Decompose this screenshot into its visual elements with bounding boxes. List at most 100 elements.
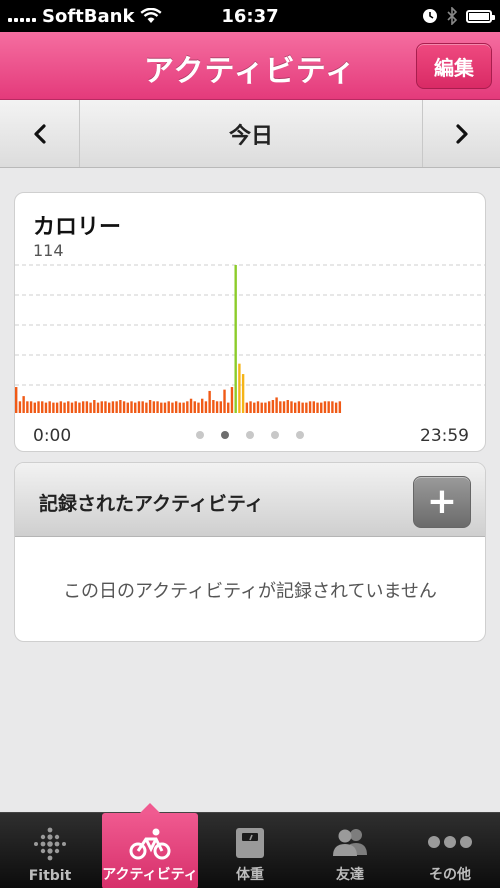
chart-bar	[119, 400, 122, 413]
tab-label: 友達	[336, 867, 364, 883]
chart-bar	[137, 401, 141, 413]
chart-bar	[201, 398, 204, 413]
chart-bar	[104, 401, 107, 413]
chart-bar	[212, 400, 215, 413]
chart-bar	[260, 402, 263, 413]
tab-label: Fitbit	[28, 868, 72, 884]
plus-icon: +	[426, 481, 458, 522]
date-navigation: 今日	[0, 100, 500, 168]
chart-bar	[115, 401, 118, 413]
chart-bar	[238, 363, 241, 413]
chart-bar	[33, 402, 36, 413]
calorie-value: 114	[33, 241, 64, 260]
chart-bar	[141, 401, 144, 413]
chart-bar	[93, 400, 96, 413]
chart-bar	[67, 401, 70, 413]
chart-bar	[52, 402, 55, 413]
chart-bar	[241, 374, 245, 413]
chart-bar	[74, 401, 77, 413]
recorded-activities-header: 記録されたアクティビティ +	[15, 463, 485, 537]
carrier-name: SoftBank	[42, 5, 135, 27]
signal-icon	[8, 10, 36, 22]
chart-bar	[22, 396, 25, 413]
page-dot[interactable]	[221, 431, 229, 439]
chart-bar	[15, 387, 18, 413]
chart-bar	[197, 402, 200, 413]
previous-day-button[interactable]	[0, 100, 80, 167]
page-indicator[interactable]	[15, 431, 485, 439]
chart-bar	[271, 400, 275, 413]
chart-bar	[253, 402, 256, 413]
chart-bar	[48, 401, 51, 413]
next-day-button[interactable]	[422, 100, 500, 167]
chart-bar	[264, 402, 267, 413]
chart-bar	[160, 402, 163, 413]
chart-bar	[219, 401, 222, 413]
edit-button[interactable]: 編集	[416, 43, 492, 89]
tab-friends[interactable]: 友達	[302, 813, 398, 888]
status-right	[422, 7, 495, 25]
chart-bar	[89, 402, 92, 413]
tab-label: 体重	[236, 867, 264, 883]
tab-bar: Fitbit アクティビティ 体重 友達 その他	[0, 803, 500, 888]
chart-bar	[55, 402, 59, 413]
chart-bar	[174, 401, 178, 413]
chart-bar	[275, 397, 278, 413]
add-activity-button[interactable]: +	[413, 476, 471, 528]
chart-bar	[234, 265, 237, 413]
chevron-right-icon	[455, 123, 468, 144]
calorie-card[interactable]: カロリー 114 0:00 23:59	[14, 192, 486, 452]
chart-bar	[208, 390, 211, 413]
chart-bar	[256, 401, 260, 413]
chart-bar	[81, 401, 85, 413]
chart-bar	[148, 400, 152, 413]
more-icon	[428, 836, 472, 848]
chart-bar	[338, 401, 342, 413]
tab-fitbit[interactable]: Fitbit	[2, 813, 98, 888]
scale-icon	[236, 828, 264, 858]
chart-bar	[108, 402, 111, 413]
active-tab-pointer	[140, 803, 160, 813]
chart-bar	[186, 401, 189, 413]
chart-bar	[193, 401, 196, 413]
page-dot[interactable]	[196, 431, 204, 439]
chart-bar	[245, 402, 249, 413]
alarm-icon	[423, 9, 437, 23]
chart-bar	[305, 402, 308, 413]
chart-bar	[320, 402, 323, 413]
calorie-title: カロリー	[33, 215, 122, 240]
chart-bar	[178, 402, 182, 413]
friends-icon	[333, 829, 367, 856]
tab-label: アクティビティ	[102, 867, 198, 883]
chart-bar	[308, 401, 312, 413]
chart-bar	[59, 401, 63, 413]
tab-more[interactable]: その他	[402, 813, 498, 888]
chart-bar	[41, 401, 44, 413]
tab-activity[interactable]: アクティビティ	[102, 803, 198, 888]
chart-bar	[63, 402, 66, 413]
chart-bar	[290, 401, 293, 413]
chart-bar	[301, 402, 304, 413]
chart-bar	[204, 401, 208, 413]
chart-end-time: 23:59	[420, 426, 469, 446]
chart-bar	[189, 398, 193, 413]
chart-bar	[249, 401, 252, 413]
tab-label: その他	[429, 867, 471, 883]
wifi-icon	[140, 8, 162, 23]
chart-bar	[316, 402, 319, 413]
page-dot[interactable]	[246, 431, 254, 439]
bluetooth-icon	[447, 7, 458, 25]
chart-bar	[227, 402, 230, 413]
recorded-activities-title: 記録されたアクティビティ	[39, 493, 264, 515]
chart-bar	[286, 400, 289, 413]
tab-weight[interactable]: 体重	[202, 813, 298, 888]
page-dot[interactable]	[271, 431, 279, 439]
empty-activities-message: この日のアクティビティが記録されていません	[63, 581, 437, 602]
chart-bar	[126, 402, 129, 413]
chart-bar	[37, 401, 40, 413]
chart-bar	[167, 401, 170, 413]
chart-bar	[282, 401, 286, 413]
nav-bar: アクティビティ 編集	[0, 32, 500, 100]
chart-bar	[171, 402, 174, 413]
page-dot[interactable]	[296, 431, 304, 439]
